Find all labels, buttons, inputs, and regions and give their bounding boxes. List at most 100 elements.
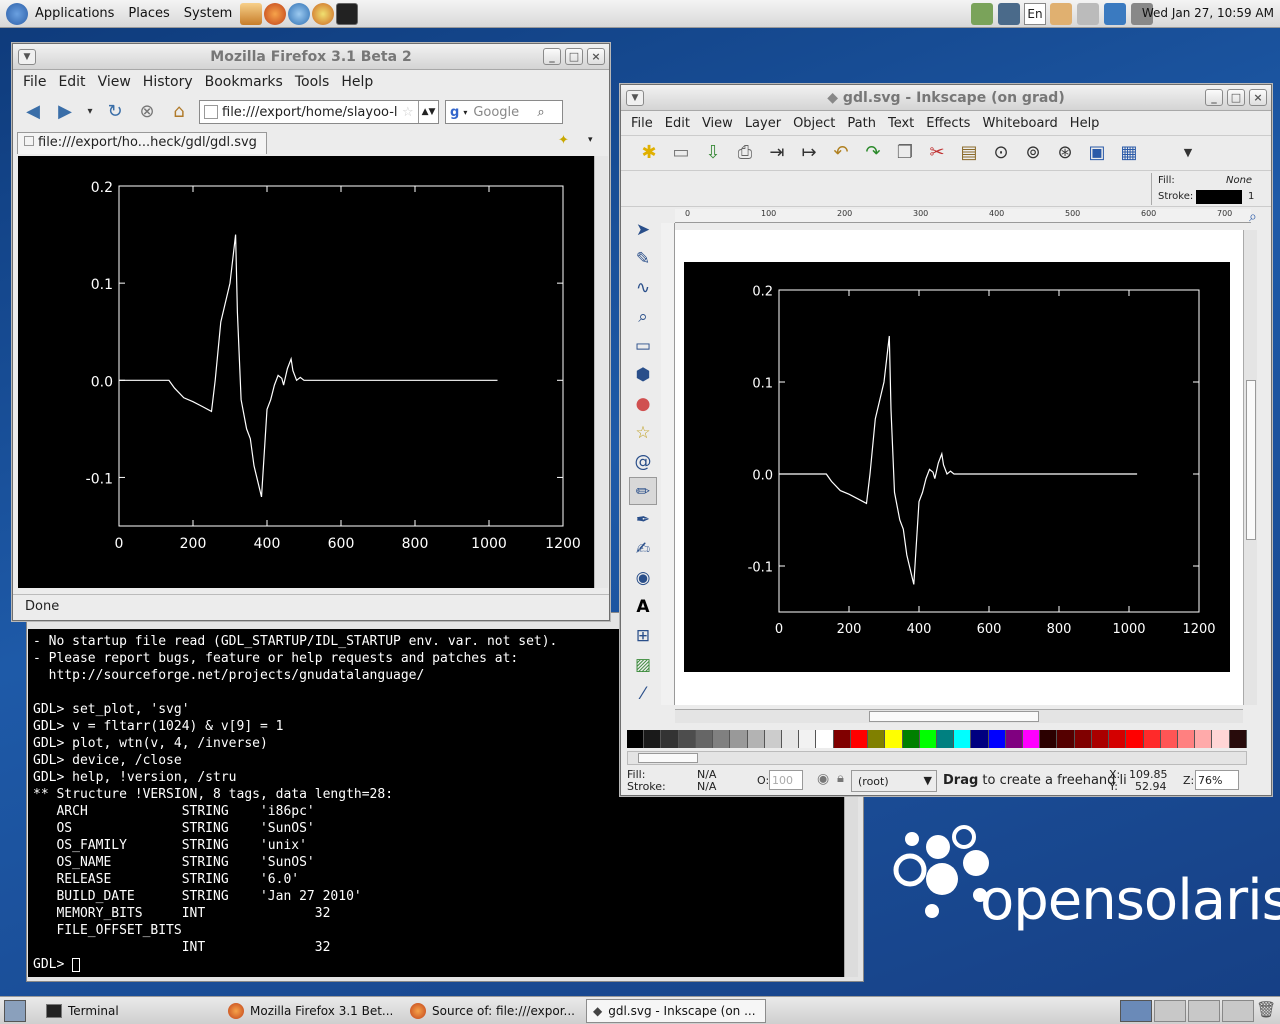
maximize-button[interactable]: □ [1227, 89, 1245, 106]
palette-swatch[interactable] [1126, 730, 1144, 748]
forward-arrow-icon[interactable]: ▶ [52, 99, 78, 125]
menu-history[interactable]: History [137, 74, 199, 90]
close-button[interactable]: × [1249, 89, 1267, 106]
url-text[interactable]: file:///export/home/slayoo-l [222, 105, 402, 120]
new-tab-icon[interactable]: ✦ [558, 133, 569, 148]
selector-tool-icon[interactable]: ➤ [629, 216, 657, 244]
menu-whiteboard[interactable]: Whiteboard [976, 116, 1063, 131]
pen-tool-icon[interactable]: ✒ [629, 506, 657, 534]
thunderbird-launcher-icon[interactable] [288, 2, 311, 25]
gradient-tool-icon[interactable]: ▨ [629, 651, 657, 679]
terminal-launcher-icon[interactable] [336, 2, 359, 25]
trash-icon[interactable]: 🗑︎ [1256, 1000, 1276, 1019]
taskbar-inkscape[interactable]: ◆ gdl.svg - Inkscape (on ... [586, 999, 766, 1023]
search-icon[interactable]: ⌕ [537, 105, 544, 120]
clock[interactable]: Wed Jan 27, 10:59 AM [1142, 6, 1274, 20]
search-tool-icon[interactable] [1050, 3, 1072, 25]
cut-icon[interactable]: ✂ [924, 140, 950, 166]
search-bar[interactable]: g ▾ Google ⌕ [445, 100, 563, 124]
system-menu[interactable]: System [177, 6, 239, 21]
palette-swatch[interactable] [644, 730, 662, 748]
zoom-input[interactable]: 76% [1195, 770, 1239, 790]
palette-swatch[interactable] [971, 730, 989, 748]
network-monitor-icon[interactable] [998, 3, 1020, 25]
tweak-tool-icon[interactable]: ∿ [629, 274, 657, 302]
palette-swatch[interactable] [1229, 730, 1247, 748]
node-tool-icon[interactable]: ✎ [629, 245, 657, 273]
palette-swatch[interactable] [919, 730, 937, 748]
palette-swatch[interactable] [713, 730, 731, 748]
show-desktop-icon[interactable] [4, 1000, 26, 1022]
zoom-drawing-icon[interactable]: ⊚ [1020, 140, 1046, 166]
places-menu[interactable]: Places [121, 6, 176, 21]
workspace-switcher[interactable] [1120, 1000, 1254, 1022]
url-dropdown-icon[interactable]: ▲▼ [418, 101, 438, 123]
palette-swatch[interactable] [988, 730, 1006, 748]
menu-object[interactable]: Object [787, 116, 841, 131]
calligraphy-tool-icon[interactable]: ✍ [629, 535, 657, 563]
palette-swatch[interactable] [781, 730, 800, 748]
palette-swatch[interactable] [1023, 730, 1041, 748]
menu-edit[interactable]: Edit [52, 74, 91, 90]
palette-swatch[interactable] [1212, 730, 1230, 748]
menu-file[interactable]: File [625, 116, 659, 131]
back-arrow-icon[interactable]: ◀ [20, 99, 46, 125]
clone-icon[interactable]: ▦ [1116, 140, 1142, 166]
palette-swatch[interactable] [936, 730, 955, 748]
firefox-scrollbar[interactable] [594, 156, 608, 588]
new-document-icon[interactable]: ✱ [636, 140, 662, 166]
menu-help[interactable]: Help [1064, 116, 1106, 131]
minimize-button[interactable]: _ [1205, 89, 1223, 106]
palette-swatch[interactable] [1074, 730, 1092, 748]
pencil-tool-icon[interactable]: ✏ [629, 477, 657, 505]
ellipse-tool-icon[interactable]: ● [629, 390, 657, 418]
menu-effects[interactable]: Effects [920, 116, 976, 131]
menu-file[interactable]: File [17, 74, 52, 90]
stop-icon[interactable]: ⊗ [134, 99, 160, 125]
palette-swatch[interactable] [954, 730, 972, 748]
palette-swatch[interactable] [1109, 730, 1127, 748]
palette-swatch[interactable] [1040, 730, 1058, 748]
menu-text[interactable]: Text [882, 116, 920, 131]
vertical-ruler[interactable] [661, 223, 675, 705]
window-menu-button[interactable]: ▼ [626, 90, 644, 106]
layer-dropdown[interactable]: (root) ▼ [851, 770, 937, 792]
canvas-vertical-scrollbar[interactable] [1243, 230, 1257, 705]
applications-menu[interactable]: Applications [28, 6, 121, 21]
zoom-selection-icon[interactable]: ⊙ [988, 140, 1014, 166]
menu-view[interactable]: View [92, 74, 137, 90]
opacity-input[interactable]: 100 [769, 770, 803, 790]
zoom-corner-icon[interactable]: ⌕ [1249, 209, 1257, 225]
color-palette[interactable] [627, 730, 1247, 748]
reload-icon[interactable]: ↻ [102, 99, 128, 125]
network-status-icon[interactable] [1104, 3, 1126, 25]
canvas-horizontal-scrollbar[interactable] [675, 709, 1243, 723]
palette-swatch[interactable] [678, 730, 696, 748]
print-icon[interactable]: ⎙ [732, 140, 758, 166]
workspace-1[interactable] [1120, 1000, 1152, 1022]
tab-list-dropdown-icon[interactable]: ▾ [588, 135, 593, 145]
workspace-4[interactable] [1222, 1000, 1254, 1022]
firefox-content-area[interactable]: 0 200 400 600 800 1000 1200 0.2 0.1 0.0 -0.1 [18, 156, 594, 588]
paint-bucket-tool-icon[interactable]: ◉ [629, 564, 657, 592]
palette-swatch[interactable] [816, 730, 834, 748]
palette-swatch[interactable] [885, 730, 903, 748]
zoom-tool-icon[interactable]: ⌕ [629, 303, 657, 331]
menu-path[interactable]: Path [841, 116, 882, 131]
copy-icon[interactable]: ❐ [892, 140, 918, 166]
palette-scrollbar[interactable] [627, 751, 1247, 765]
maximize-button[interactable]: □ [565, 48, 583, 65]
undo-icon[interactable]: ↶ [828, 140, 854, 166]
spiral-tool-icon[interactable]: @ [629, 448, 657, 476]
palette-swatch[interactable] [1143, 730, 1161, 748]
taskbar-terminal[interactable]: Terminal [40, 999, 220, 1023]
menu-bookmarks[interactable]: Bookmarks [199, 74, 289, 90]
palette-swatch[interactable] [1195, 730, 1213, 748]
paste-icon[interactable]: ▤ [956, 140, 982, 166]
duplicate-icon[interactable]: ▣ [1084, 140, 1110, 166]
palette-swatch[interactable] [868, 730, 886, 748]
palette-swatch[interactable] [747, 730, 765, 748]
palette-swatch[interactable] [1160, 730, 1178, 748]
palette-swatch[interactable] [1057, 730, 1075, 748]
palette-swatch[interactable] [661, 730, 679, 748]
